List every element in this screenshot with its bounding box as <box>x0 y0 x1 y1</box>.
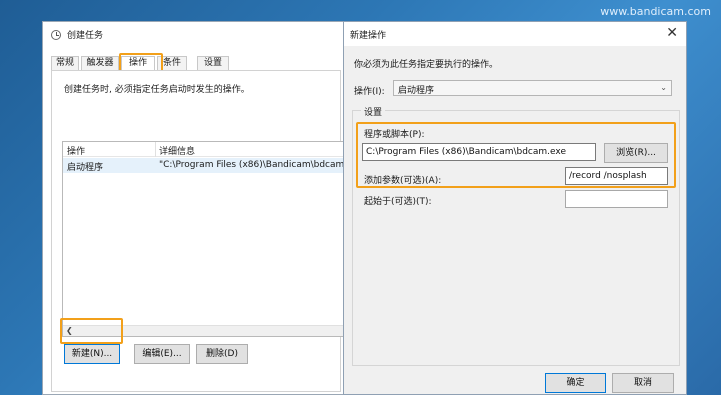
actions-list[interactable]: 操作 详细信息 启动程序 "C:\Program Files (x86)\Ban… <box>62 141 346 337</box>
new-action-dialog: 新建操作 ✕ 你必须为此任务指定要执行的操作。 操作(I): 启动程序 ⌄ 设置… <box>343 21 687 395</box>
column-details[interactable]: 详细信息 <box>159 144 195 157</box>
delete-action-button[interactable]: 删除(D) <box>196 344 248 364</box>
table-row[interactable]: 启动程序 "C:\Program Files (x86)\Bandicam\bd… <box>63 158 345 173</box>
create-task-titlebar: 创建任务 <box>43 22 343 48</box>
new-action-titlebar: 新建操作 ✕ <box>344 22 686 46</box>
tab-conditions[interactable]: 条件 <box>157 56 187 71</box>
watermark: www.bandicam.com <box>600 5 711 18</box>
scroll-left-arrow-icon[interactable]: ❮ <box>66 326 73 336</box>
tab-general[interactable]: 常规 <box>51 56 79 71</box>
program-label: 程序或脚本(P): <box>364 130 425 140</box>
program-path-input[interactable]: C:\Program Files (x86)\Bandicam\bdcam.ex… <box>362 143 596 161</box>
row-action-cell: 启动程序 <box>67 163 104 173</box>
cancel-button[interactable]: 取消 <box>612 373 674 393</box>
action-type-label: 操作(I): <box>354 87 385 97</box>
action-type-value: 启动程序 <box>398 86 435 96</box>
arguments-input[interactable]: /record /nosplash <box>565 167 668 185</box>
actions-description: 创建任务时, 必须指定任务启动时发生的操作。 <box>64 85 250 95</box>
new-action-button[interactable]: 新建(N)... <box>64 344 120 364</box>
tab-actions[interactable]: 操作 <box>121 56 155 71</box>
actions-tab-panel: 创建任务时, 必须指定任务启动时发生的操作。 操作 详细信息 启动程序 "C:\… <box>51 70 346 392</box>
row-details-cell: "C:\Program Files (x86)\Bandicam\bdcam. <box>159 160 346 170</box>
edit-action-button[interactable]: 编辑(E)... <box>134 344 190 364</box>
create-task-window: 创建任务 常规 触发器 操作 条件 设置 创建任务时, 必须指定任务启动时发生的… <box>42 21 346 395</box>
horizontal-scrollbar[interactable]: ❮ <box>63 325 345 336</box>
browse-button[interactable]: 浏览(R)... <box>604 143 668 163</box>
close-icon[interactable]: ✕ <box>666 25 678 41</box>
new-action-title: 新建操作 <box>350 31 387 41</box>
tab-triggers[interactable]: 触发器 <box>81 56 119 71</box>
create-task-title: 创建任务 <box>67 31 104 41</box>
action-type-select[interactable]: 启动程序 ⌄ <box>393 80 672 96</box>
chevron-down-icon: ⌄ <box>660 83 667 92</box>
arguments-label: 添加参数(可选)(A): <box>364 176 442 186</box>
settings-group-title: 设置 <box>361 105 386 118</box>
column-action[interactable]: 操作 <box>67 144 85 157</box>
actions-list-header: 操作 详细信息 <box>63 142 345 157</box>
start-in-input[interactable] <box>565 190 668 208</box>
action-prompt: 你必须为此任务指定要执行的操作。 <box>354 60 499 70</box>
start-in-label: 起始于(可选)(T): <box>364 197 432 207</box>
tab-settings[interactable]: 设置 <box>197 56 229 71</box>
ok-button[interactable]: 确定 <box>545 373 606 393</box>
task-scheduler-icon <box>51 30 61 40</box>
column-separator[interactable] <box>155 142 156 157</box>
